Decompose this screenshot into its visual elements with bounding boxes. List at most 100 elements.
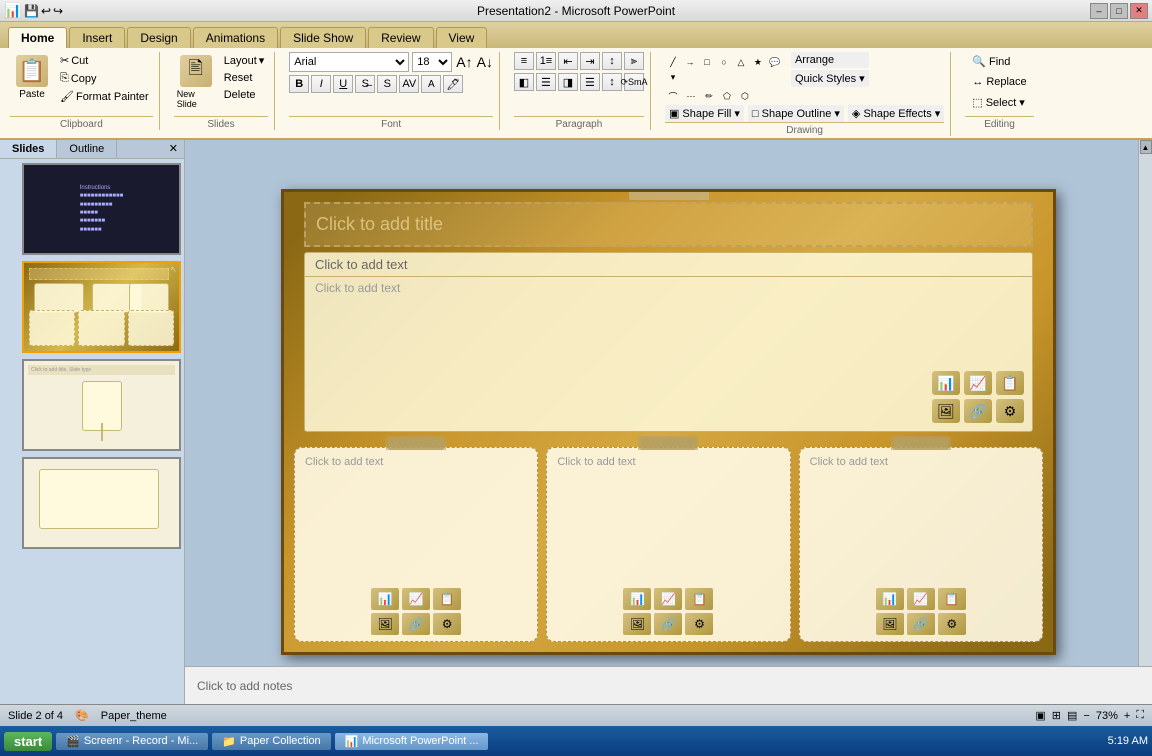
insert-table-icon[interactable]: 📊 (932, 371, 960, 395)
card2-media-icon[interactable]: ⚙ (685, 613, 713, 635)
replace-button[interactable]: ↔ Replace (965, 73, 1033, 91)
shape-curve[interactable]: ⌒ (665, 89, 681, 103)
view-reading-icon[interactable]: ▤ (1067, 709, 1077, 722)
align-center-button[interactable]: ☰ (536, 73, 556, 91)
card1-table-icon[interactable]: 📊 (371, 588, 399, 610)
view-normal-icon[interactable]: ▣ (1035, 709, 1045, 722)
shape-hexagon[interactable]: ⬡ (737, 89, 753, 103)
card1-media-icon[interactable]: ⚙ (433, 613, 461, 635)
shape-outline-button[interactable]: □ Shape Outline ▾ (748, 105, 844, 122)
card1-pic-icon[interactable]: 🖼 (371, 613, 399, 635)
slide-thumb-1[interactable]: Instructions■■■■■■■■■■■■■■■■■■■■■■■■■■■■… (22, 163, 181, 255)
shape-star[interactable]: ★ (750, 55, 766, 69)
shape-pentagon[interactable]: ⬠ (719, 89, 735, 103)
insert-smartart-icon[interactable]: 📋 (996, 371, 1024, 395)
card1-smart-icon[interactable]: 📋 (433, 588, 461, 610)
increase-size-button[interactable]: A↑ (455, 53, 473, 71)
insert-clip-icon[interactable]: 🔗 (964, 399, 992, 423)
smartart-button[interactable]: ⟳SmA (624, 73, 644, 91)
card-1-text[interactable]: Click to add text (301, 454, 531, 470)
card1-chart-icon[interactable]: 📈 (402, 588, 430, 610)
shadow-button[interactable]: S (377, 75, 397, 93)
tab-design[interactable]: Design (127, 27, 190, 48)
card-2-text[interactable]: Click to add text (553, 454, 783, 470)
shape-freeform[interactable]: ✏ (701, 89, 717, 103)
align-right-button[interactable]: ◨ (558, 73, 578, 91)
layout-button[interactable]: Layout ▾ (220, 52, 269, 69)
tab-animations[interactable]: Animations (193, 27, 278, 48)
select-button[interactable]: ⬚ Select ▾ (965, 93, 1032, 112)
card3-chart-icon[interactable]: 📈 (907, 588, 935, 610)
start-button[interactable]: start (4, 732, 52, 751)
slide-content-top[interactable]: Click to add text Click to add text 📊 📈 … (304, 252, 1033, 432)
card2-smart-icon[interactable]: 📋 (685, 588, 713, 610)
card3-clip-icon[interactable]: 🔗 (907, 613, 935, 635)
shape-arrow[interactable]: → (682, 55, 698, 69)
notes-bar[interactable]: Click to add notes (185, 666, 1152, 704)
slide-card-2[interactable]: Click to add text 📊 📈 📋 🖼 🔗 ⚙ (546, 447, 790, 642)
panel-close-button[interactable]: ✕ (163, 140, 184, 158)
card3-table-icon[interactable]: 📊 (876, 588, 904, 610)
card-3-text[interactable]: Click to add text (806, 454, 1036, 470)
shape-callout[interactable]: 💬 (767, 55, 783, 69)
delete-button[interactable]: Delete (220, 87, 269, 103)
taskbar-item-powerpoint[interactable]: 📊 Microsoft PowerPoint ... (335, 733, 489, 750)
taskbar-item-paper[interactable]: 📁 Paper Collection (212, 733, 330, 750)
vertical-scrollbar[interactable]: ▲ ▼ (1138, 140, 1152, 704)
slide-content-header[interactable]: Click to add text (305, 253, 1032, 277)
taskbar-item-screenr[interactable]: 🎬 Screenr - Record - Mi... (56, 733, 208, 750)
tab-view[interactable]: View (436, 27, 488, 48)
shape-effects-button[interactable]: ◈ Shape Effects ▾ (848, 105, 944, 122)
card2-chart-icon[interactable]: 📈 (654, 588, 682, 610)
view-slide-sorter-icon[interactable]: ⊞ (1052, 709, 1061, 722)
slide-card-3[interactable]: Click to add text 📊 📈 📋 🖼 🔗 ⚙ (799, 447, 1043, 642)
decrease-size-button[interactable]: A↓ (477, 54, 493, 70)
tab-slideshow[interactable]: Slide Show (280, 27, 366, 48)
reset-button[interactable]: Reset (220, 70, 269, 86)
justify-button[interactable]: ☰ (580, 73, 600, 91)
panel-tab-slides[interactable]: Slides (0, 140, 57, 158)
insert-chart-icon[interactable]: 📈 (964, 371, 992, 395)
card3-media-icon[interactable]: ⚙ (938, 613, 966, 635)
card2-pic-icon[interactable]: 🖼 (623, 613, 651, 635)
shape-fill-button[interactable]: ▣ Shape Fill ▾ (665, 105, 744, 122)
card2-clip-icon[interactable]: 🔗 (654, 613, 682, 635)
quick-undo-icon[interactable]: ↩ (41, 4, 51, 18)
shape-rect[interactable]: □ (699, 55, 715, 69)
maximize-button[interactable]: □ (1110, 3, 1128, 19)
card3-smart-icon[interactable]: 📋 (938, 588, 966, 610)
arrange-button[interactable]: Arrange (791, 52, 869, 68)
shape-circle[interactable]: ○ (716, 55, 732, 69)
tab-insert[interactable]: Insert (69, 27, 125, 48)
increase-indent-button[interactable]: ⇥ (580, 52, 600, 70)
shape-connector[interactable]: ⋯ (683, 89, 699, 103)
quick-redo-icon[interactable]: ↪ (53, 4, 63, 18)
font-size-select[interactable]: 18 (412, 52, 452, 72)
fit-slide-button[interactable]: ⛶ (1136, 709, 1144, 722)
bullet-list-button[interactable]: ≡ (514, 52, 534, 70)
tab-review[interactable]: Review (368, 27, 433, 48)
insert-picture-icon[interactable]: 🖼 (932, 399, 960, 423)
copy-button[interactable]: ⎘ Copy (56, 70, 153, 87)
slide-title-area[interactable]: Click to add title (304, 202, 1033, 247)
underline-button[interactable]: U (333, 75, 353, 93)
card2-table-icon[interactable]: 📊 (623, 588, 651, 610)
quick-styles-button[interactable]: Quick Styles ▾ (791, 70, 869, 87)
close-button[interactable]: ✕ (1130, 3, 1148, 19)
slide-thumb-2[interactable]: ↖ (22, 261, 181, 353)
slide-card-1[interactable]: Click to add text 📊 📈 📋 🖼 🔗 ⚙ (294, 447, 538, 642)
insert-media-icon[interactable]: ⚙ (996, 399, 1024, 423)
slide-content-body[interactable]: Click to add text (305, 277, 1032, 299)
slide-paper[interactable]: Click to add title Click to add text Cli… (281, 189, 1056, 655)
quick-save-icon[interactable]: 💾 (24, 4, 39, 18)
shape-line[interactable]: ╱ (665, 55, 681, 69)
line-spacing-button[interactable]: ↕ (602, 73, 622, 91)
text-direction-button[interactable]: ↕ (602, 52, 622, 70)
scroll-up-button[interactable]: ▲ (1140, 140, 1152, 154)
font-name-select[interactable]: Arial (289, 52, 409, 72)
paste-button[interactable]: 📋 Paste (10, 52, 54, 103)
minimize-button[interactable]: – (1090, 3, 1108, 19)
tab-home[interactable]: Home (8, 27, 67, 48)
shape-triangle[interactable]: △ (733, 55, 749, 69)
char-spacing-button[interactable]: AV (399, 75, 419, 93)
